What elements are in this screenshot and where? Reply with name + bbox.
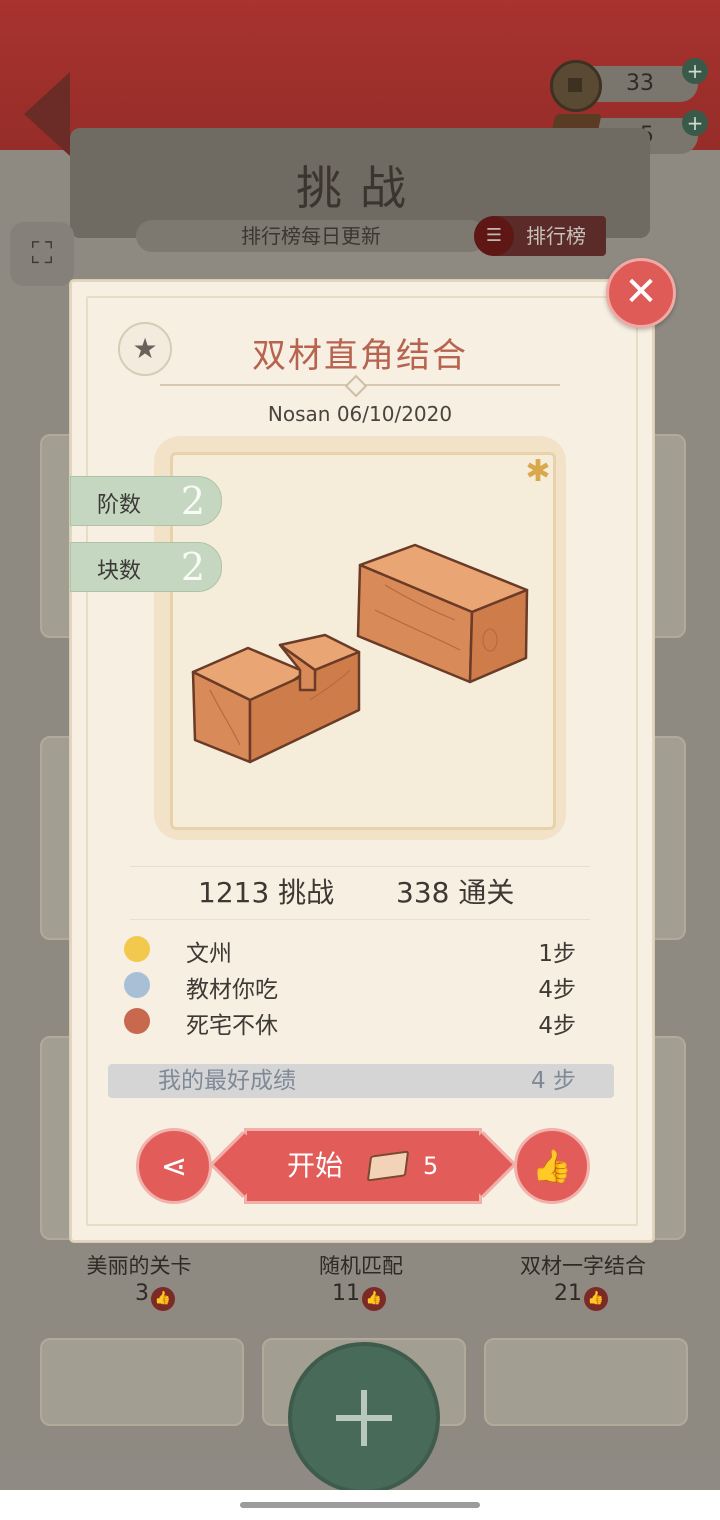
personal-best-bar: 我的最好成绩 4 步: [108, 1064, 614, 1098]
share-icon: ⋖: [160, 1147, 188, 1185]
leaderboard-row: 教材你吃 4步: [120, 970, 580, 1004]
start-cost: 5: [423, 1152, 439, 1180]
level-name: 双材一字结合: [520, 1254, 646, 1278]
start-button-label: 开始: [287, 1149, 344, 1182]
level-card[interactable]: [40, 1338, 244, 1426]
player-steps: 4步: [538, 977, 576, 1003]
wood-pieces-illustration: [191, 543, 529, 764]
snowflake-icon: ✱: [525, 454, 551, 489]
page-title: 挑战: [296, 161, 424, 215]
leaderboard-update-note: 排行榜每日更新: [136, 220, 486, 252]
personal-best-value: 4 步: [531, 1068, 576, 1094]
clear-count: 338 通关: [396, 876, 515, 909]
wood-block-notched: [191, 633, 361, 764]
level-name: 随机匹配: [319, 1254, 403, 1278]
level-card[interactable]: [484, 1338, 688, 1426]
player-steps: 4步: [538, 1013, 576, 1039]
puzzle-title: 双材直角结合: [252, 336, 468, 376]
leaderboard-button-label: 排行榜: [526, 224, 586, 248]
player-name: 文州: [186, 941, 232, 967]
add-coins-button[interactable]: +: [682, 58, 708, 84]
leaderboard-row: 文州 1步: [120, 934, 580, 968]
coin-icon: [550, 60, 602, 112]
level-likes: 21 👍: [466, 1281, 696, 1311]
scan-icon[interactable]: ⛶: [10, 222, 74, 286]
thumbs-up-icon: 👍: [362, 1287, 386, 1311]
tag-pieces-value: 2: [180, 545, 206, 589]
like-button[interactable]: 👍: [514, 1128, 590, 1204]
level-likes: 11 👍: [244, 1281, 474, 1311]
player-steps: 1步: [538, 941, 576, 967]
share-button[interactable]: ⋖: [136, 1128, 212, 1204]
wood-block-long: [356, 543, 529, 684]
level-name: 美丽的关卡: [86, 1254, 192, 1278]
start-button[interactable]: 开始 5: [244, 1128, 482, 1204]
silver-medal-icon: [124, 972, 150, 998]
tag-order: 阶数 2: [70, 476, 222, 526]
thumbs-up-icon: 👍: [532, 1147, 572, 1185]
level-likes: 3 👍: [40, 1281, 270, 1311]
tag-order-value: 2: [180, 479, 206, 523]
tag-pieces: 块数 2: [70, 542, 222, 592]
list-icon: ☰: [474, 216, 514, 256]
add-blocks-button[interactable]: +: [682, 110, 708, 136]
coin-counter: 33 +: [550, 58, 708, 112]
thumbs-up-icon: 👍: [151, 1287, 175, 1311]
tag-order-label: 阶数: [97, 493, 142, 518]
bronze-medal-icon: [124, 1008, 150, 1034]
leaderboard-row: 死宅不休 4步: [120, 1006, 580, 1040]
stats-row: 1213 挑战 338 通关: [130, 866, 590, 920]
tag-pieces-label: 块数: [97, 559, 142, 584]
level-likes-count: 21: [554, 1281, 582, 1306]
level-likes-count: 3: [135, 1281, 149, 1306]
author-date: Nosan 06/10/2020: [267, 402, 453, 426]
level-likes-count: 11: [332, 1281, 360, 1306]
leaderboard-button[interactable]: ☰ 排行榜: [474, 216, 606, 256]
close-button[interactable]: ✕: [606, 258, 676, 328]
player-name: 教材你吃: [186, 977, 278, 1003]
back-arrow-icon[interactable]: [24, 72, 70, 156]
challenge-count: 1213 挑战: [198, 876, 335, 909]
player-name: 死宅不休: [186, 1013, 278, 1039]
wood-block-icon: [366, 1150, 410, 1182]
personal-best-label: 我的最好成绩: [158, 1068, 296, 1094]
home-indicator[interactable]: [240, 1502, 480, 1508]
thumbs-up-icon: 👍: [584, 1287, 608, 1311]
coin-count: 33: [626, 71, 654, 96]
gold-medal-icon: [124, 936, 150, 962]
create-level-button[interactable]: [288, 1342, 440, 1494]
